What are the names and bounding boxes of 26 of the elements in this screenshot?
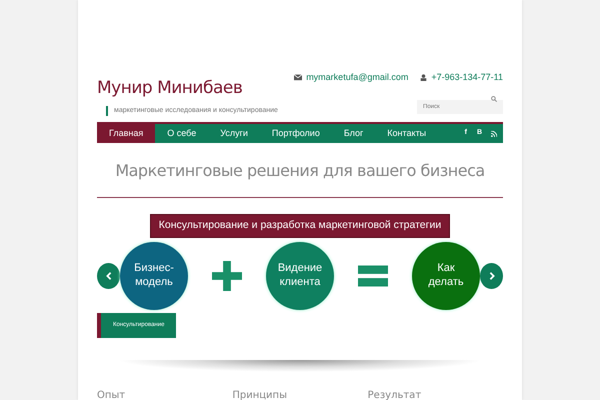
mail-icon <box>294 73 302 82</box>
previous-button[interactable] <box>97 262 120 289</box>
site-title: Мунир Минибаев <box>97 77 244 100</box>
plus-icon <box>212 260 242 291</box>
column-heading: Принципы <box>232 388 288 400</box>
next-button[interactable] <box>480 262 503 289</box>
chevron-left-icon <box>104 272 112 280</box>
slide-circle: Бизнес- модель <box>120 242 188 310</box>
phone-number: +7-963-134-77-11 <box>431 70 503 84</box>
search-icon <box>491 96 497 102</box>
column-heading: Опыт <box>97 388 126 400</box>
person-icon <box>420 74 428 81</box>
nav-tab[interactable]: Услуги <box>208 124 260 143</box>
rss-icon[interactable] <box>491 130 497 136</box>
slide-circle: Как делать <box>412 242 480 310</box>
slide-banner: Консультирование и разработка маркетинговой стратегии <box>150 214 450 238</box>
page-headline: Маркетинговые решения для вашего бизнеса <box>97 159 503 198</box>
slide-circle: Видение клиента <box>266 242 334 310</box>
nav-tab[interactable]: О себе <box>155 124 208 143</box>
column-heading: Результат <box>368 388 422 400</box>
nav-tab[interactable]: Контакты <box>375 124 438 143</box>
nav-tab[interactable]: Главная <box>97 124 156 143</box>
email-link[interactable]: mymarketufa@gmail.com <box>306 70 408 84</box>
nav-tab[interactable]: Портфолио <box>260 124 332 143</box>
chevron-right-icon <box>488 272 496 280</box>
nav-tab[interactable]: Блог <box>332 124 376 143</box>
